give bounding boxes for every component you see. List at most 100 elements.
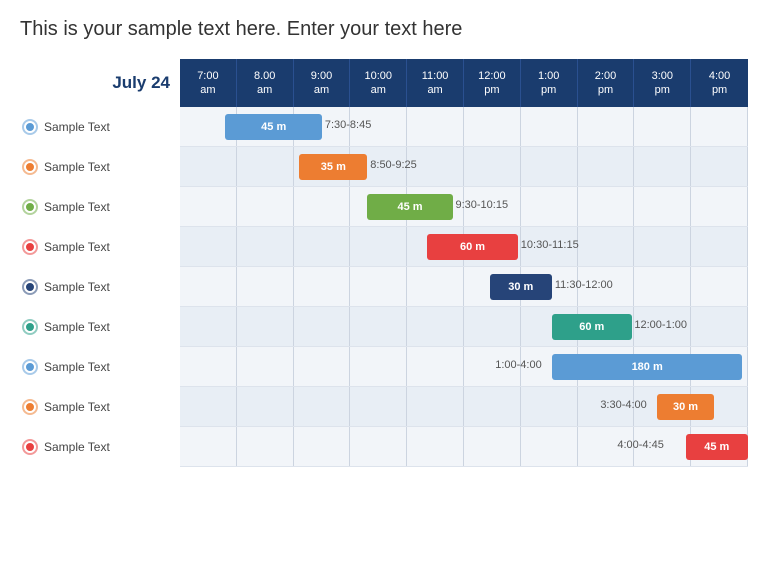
cell-5-1 — [237, 307, 294, 346]
cell-5-5 — [464, 307, 521, 346]
row-text-7: Sample Text — [44, 400, 110, 414]
cell-8-1 — [237, 427, 294, 466]
cell-6-7 — [578, 347, 635, 386]
cell-6-0 — [180, 347, 237, 386]
cell-8-5 — [464, 427, 521, 466]
dot-5 — [24, 321, 36, 333]
cell-1-1 — [237, 147, 294, 186]
row-label-6: Sample Text — [20, 347, 180, 387]
cell-0-8 — [634, 107, 691, 146]
row-label-1: Sample Text — [20, 147, 180, 187]
dot-0 — [24, 121, 36, 133]
cell-4-8 — [634, 267, 691, 306]
row-label-2: Sample Text — [20, 187, 180, 227]
cell-5-3 — [350, 307, 407, 346]
cell-4-9 — [691, 267, 748, 306]
cell-4-0 — [180, 267, 237, 306]
cell-6-4 — [407, 347, 464, 386]
dot-7 — [24, 401, 36, 413]
cell-2-4 — [407, 187, 464, 226]
cell-5-4 — [407, 307, 464, 346]
cell-8-6 — [521, 427, 578, 466]
cell-3-7 — [578, 227, 635, 266]
cell-7-4 — [407, 387, 464, 426]
cell-5-9 — [691, 307, 748, 346]
cell-4-7 — [578, 267, 635, 306]
cell-3-0 — [180, 227, 237, 266]
cell-1-3 — [350, 147, 407, 186]
row-label-0: Sample Text — [20, 107, 180, 147]
dot-8 — [24, 441, 36, 453]
gantt-row-5: 60 m12:00-1:00 — [180, 307, 748, 347]
cell-7-8 — [634, 387, 691, 426]
cell-5-0 — [180, 307, 237, 346]
cell-4-3 — [350, 267, 407, 306]
timeline-panel: 7:00am8.00am9:00am10:00am11:00am12:00pm1… — [180, 59, 748, 467]
cell-3-9 — [691, 227, 748, 266]
time-col-6: 1:00pm — [521, 59, 578, 107]
cell-0-0 — [180, 107, 237, 146]
gantt-row-0: 45 m7:30-8:45 — [180, 107, 748, 147]
cell-5-8 — [634, 307, 691, 346]
time-col-4: 11:00am — [407, 59, 464, 107]
cell-3-5 — [464, 227, 521, 266]
cell-1-5 — [464, 147, 521, 186]
cell-8-8 — [634, 427, 691, 466]
dot-4 — [24, 281, 36, 293]
time-col-8: 3:00pm — [634, 59, 691, 107]
cell-7-2 — [294, 387, 351, 426]
cell-3-3 — [350, 227, 407, 266]
cell-4-2 — [294, 267, 351, 306]
cell-0-7 — [578, 107, 635, 146]
time-col-2: 9:00am — [294, 59, 351, 107]
left-panel: July 24 Sample Text Sample Text Sample Tex… — [20, 59, 180, 467]
cell-0-3 — [350, 107, 407, 146]
row-label-8: Sample Text — [20, 427, 180, 467]
time-col-0: 7:00am — [180, 59, 237, 107]
cell-6-5 — [464, 347, 521, 386]
timeline-header: 7:00am8.00am9:00am10:00am11:00am12:00pm1… — [180, 59, 748, 107]
cell-1-2 — [294, 147, 351, 186]
cell-3-8 — [634, 227, 691, 266]
row-text-8: Sample Text — [44, 440, 110, 454]
cell-2-2 — [294, 187, 351, 226]
cell-8-7 — [578, 427, 635, 466]
cell-2-6 — [521, 187, 578, 226]
cell-1-0 — [180, 147, 237, 186]
cell-7-0 — [180, 387, 237, 426]
cell-1-4 — [407, 147, 464, 186]
time-col-7: 2:00pm — [578, 59, 635, 107]
row-text-1: Sample Text — [44, 160, 110, 174]
cell-2-0 — [180, 187, 237, 226]
cell-8-3 — [350, 427, 407, 466]
cell-3-1 — [237, 227, 294, 266]
cell-6-6 — [521, 347, 578, 386]
gantt-row-4: 30 m11:30-12:00 — [180, 267, 748, 307]
gantt-row-7: 30 m3:30-4:00 — [180, 387, 748, 427]
cell-7-1 — [237, 387, 294, 426]
cell-0-4 — [407, 107, 464, 146]
row-text-6: Sample Text — [44, 360, 110, 374]
cell-2-1 — [237, 187, 294, 226]
cell-1-8 — [634, 147, 691, 186]
cell-7-3 — [350, 387, 407, 426]
gantt-row-2: 45 m9:30-10:15 — [180, 187, 748, 227]
cell-0-9 — [691, 107, 748, 146]
cell-6-2 — [294, 347, 351, 386]
cell-2-3 — [350, 187, 407, 226]
cell-0-6 — [521, 107, 578, 146]
cell-2-9 — [691, 187, 748, 226]
cell-7-9 — [691, 387, 748, 426]
cell-8-4 — [407, 427, 464, 466]
cell-7-7 — [578, 387, 635, 426]
date-label: July 24 — [20, 59, 180, 107]
cell-7-6 — [521, 387, 578, 426]
cell-3-2 — [294, 227, 351, 266]
time-col-9: 4:00pm — [691, 59, 748, 107]
cell-3-6 — [521, 227, 578, 266]
dot-1 — [24, 161, 36, 173]
cell-6-3 — [350, 347, 407, 386]
row-label-4: Sample Text — [20, 267, 180, 307]
row-label-7: Sample Text — [20, 387, 180, 427]
cell-2-7 — [578, 187, 635, 226]
